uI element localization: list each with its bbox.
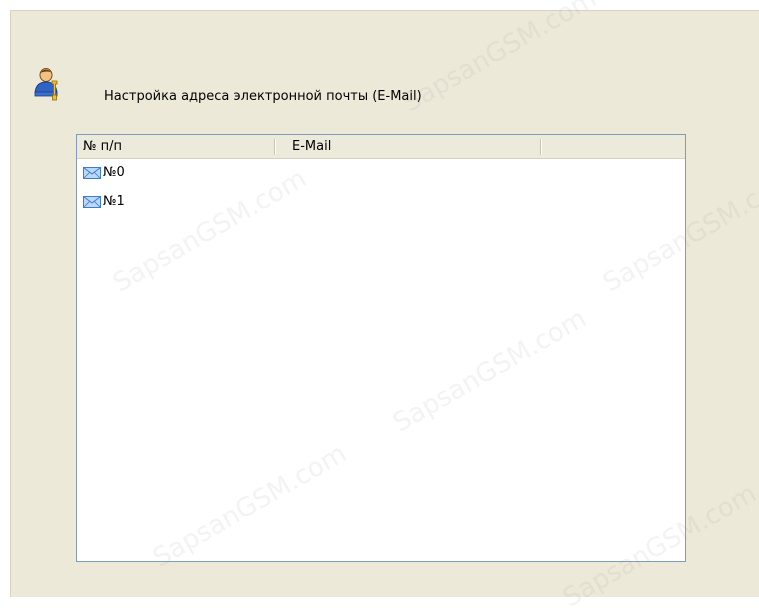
user-settings-icon xyxy=(34,67,60,101)
table-row[interactable]: №1 xyxy=(83,191,125,211)
envelope-icon xyxy=(83,165,101,179)
row-number: №0 xyxy=(103,164,125,180)
table-header: № п/п E-Mail xyxy=(77,135,685,159)
settings-panel: Настройка адреса электронной почты (E-Ma… xyxy=(10,0,759,613)
envelope-icon xyxy=(83,194,101,208)
section-title: Настройка адреса электронной почты (E-Ma… xyxy=(104,89,422,104)
column-header-number[interactable]: № п/п xyxy=(83,135,122,158)
column-divider[interactable] xyxy=(274,139,275,155)
email-table[interactable]: № п/п E-Mail №0 №1 xyxy=(76,134,686,562)
row-number: №1 xyxy=(103,193,125,209)
column-divider[interactable] xyxy=(540,139,541,155)
watermark: SapsanGSM.com xyxy=(398,0,602,119)
table-row[interactable]: №0 xyxy=(83,162,125,182)
column-header-email[interactable]: E-Mail xyxy=(292,135,331,158)
